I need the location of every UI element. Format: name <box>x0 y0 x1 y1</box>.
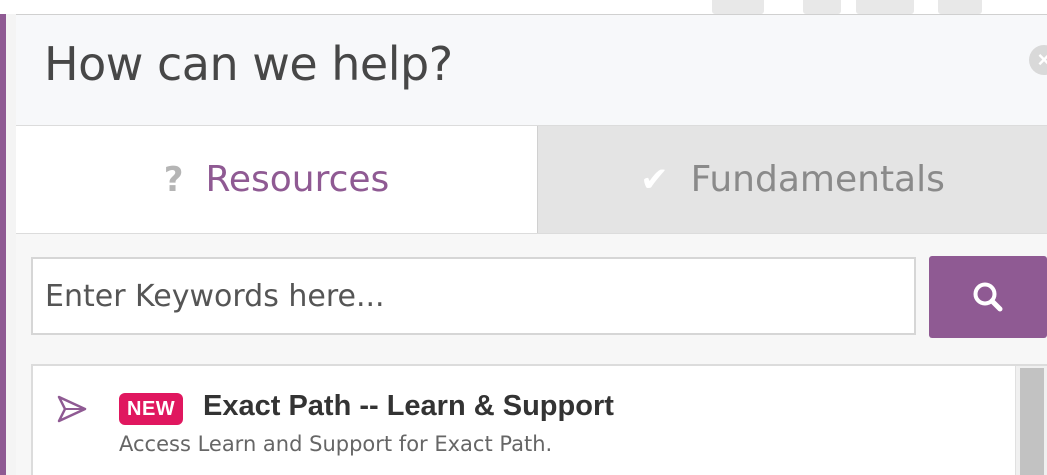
background-element <box>856 0 914 14</box>
background-element <box>803 0 841 14</box>
tab-resources-label: Resources <box>205 159 390 200</box>
close-icon[interactable]: × <box>1029 45 1047 75</box>
page-title: How can we help? <box>44 37 453 91</box>
help-panel: How can we help? × ? Resources ✔ Fundame… <box>0 0 1047 475</box>
background-element <box>938 0 982 14</box>
paper-plane-icon <box>57 395 87 423</box>
search-input[interactable] <box>31 257 916 335</box>
search-button[interactable] <box>929 256 1047 338</box>
tab-bar: ? Resources ✔ Fundamentals <box>16 126 1047 234</box>
question-icon: ? <box>163 159 184 200</box>
scrollbar-thumb[interactable] <box>1020 368 1044 475</box>
list-item[interactable]: NEW Exact Path -- Learn & Support Access… <box>33 366 1013 475</box>
panel-header: How can we help? × <box>16 14 1047 126</box>
search-icon <box>973 282 1003 312</box>
results-list: NEW Exact Path -- Learn & Support Access… <box>31 364 1047 475</box>
search-area <box>16 234 1047 362</box>
result-title[interactable]: Exact Path -- Learn & Support <box>203 390 614 423</box>
scrollbar[interactable] <box>1015 366 1047 475</box>
background-element <box>712 0 764 14</box>
tab-fundamentals[interactable]: ✔ Fundamentals <box>537 126 1047 233</box>
panel-edge <box>6 14 16 475</box>
tab-resources[interactable]: ? Resources <box>16 126 537 233</box>
tab-fundamentals-label: Fundamentals <box>690 159 945 200</box>
checkmark-icon: ✔ <box>640 159 669 200</box>
new-badge: NEW <box>119 393 184 425</box>
result-description: Access Learn and Support for Exact Path. <box>119 432 553 456</box>
